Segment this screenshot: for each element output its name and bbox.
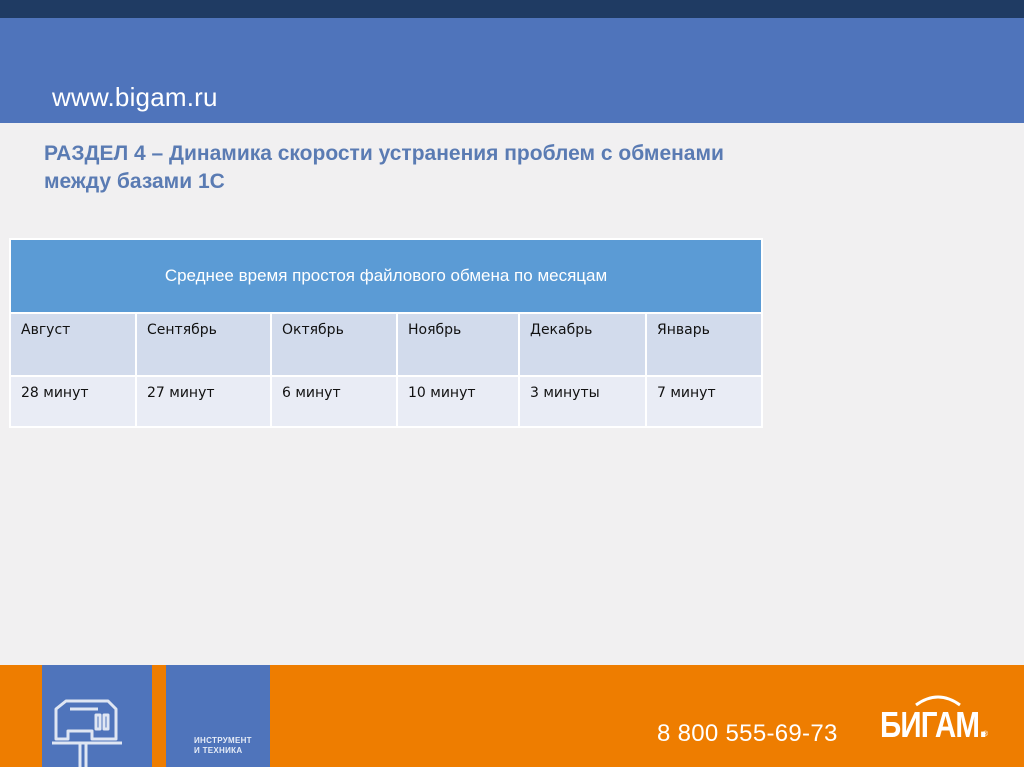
logo-text: БИГАМ. [880,704,987,745]
value-cell: 28 минут [9,375,137,428]
month-cell: Январь [645,312,763,377]
footer-tagline-block: ИНСТРУМЕНТ И ТЕХНИКА [166,665,270,767]
logo-registered-mark: ® [982,731,988,738]
phone-number[interactable]: 8 800 555-69-73 [657,720,838,748]
footer-icon-block [42,665,152,767]
table-caption: Среднее время простоя файлового обмена п… [9,238,763,314]
values-row: 28 минут 27 минут 6 минут 10 минут 3 мин… [9,375,763,428]
downtime-table: Среднее время простоя файлового обмена п… [9,238,763,428]
tagline-line: ИНСТРУМЕНТ [194,736,252,745]
jigsaw-icon [52,699,122,767]
top-bar [0,0,1024,18]
header-banner: www.bigam.ru [0,18,1024,123]
section-title: РАЗДЕЛ 4 – Динамика скорости устранения … [44,142,724,193]
value-cell: 27 минут [135,375,272,428]
tagline: ИНСТРУМЕНТ И ТЕХНИКА [194,736,252,756]
month-cell: Сентябрь [135,312,272,377]
tagline-line: И ТЕХНИКА [194,746,243,755]
month-cell: Октябрь [270,312,398,377]
value-cell: 10 минут [396,375,520,428]
months-row: Август Сентябрь Октябрь Ноябрь Декабрь Я… [9,312,763,377]
site-url[interactable]: www.bigam.ru [52,82,218,113]
month-cell: Август [9,312,137,377]
month-cell: Ноябрь [396,312,520,377]
value-cell: 3 минуты [518,375,647,428]
value-cell: 7 минут [645,375,763,428]
value-cell: 6 минут [270,375,398,428]
bigam-logo[interactable]: БИГАМ. ® [880,693,990,745]
month-cell: Декабрь [518,312,647,377]
footer-bar: ИНСТРУМЕНТ И ТЕХНИКА 8 800 555-69-73 БИГ… [0,665,1024,767]
